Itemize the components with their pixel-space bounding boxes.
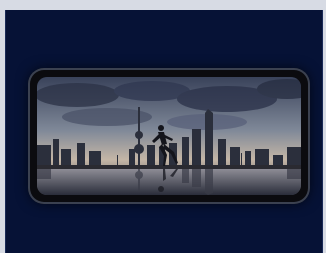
product-panel — [5, 10, 323, 253]
reflection-water — [37, 169, 301, 195]
phone-device — [28, 68, 310, 204]
page-frame — [0, 0, 326, 253]
promenade — [37, 165, 301, 169]
phone-screen — [37, 77, 301, 195]
wallpaper-photo — [37, 77, 301, 195]
